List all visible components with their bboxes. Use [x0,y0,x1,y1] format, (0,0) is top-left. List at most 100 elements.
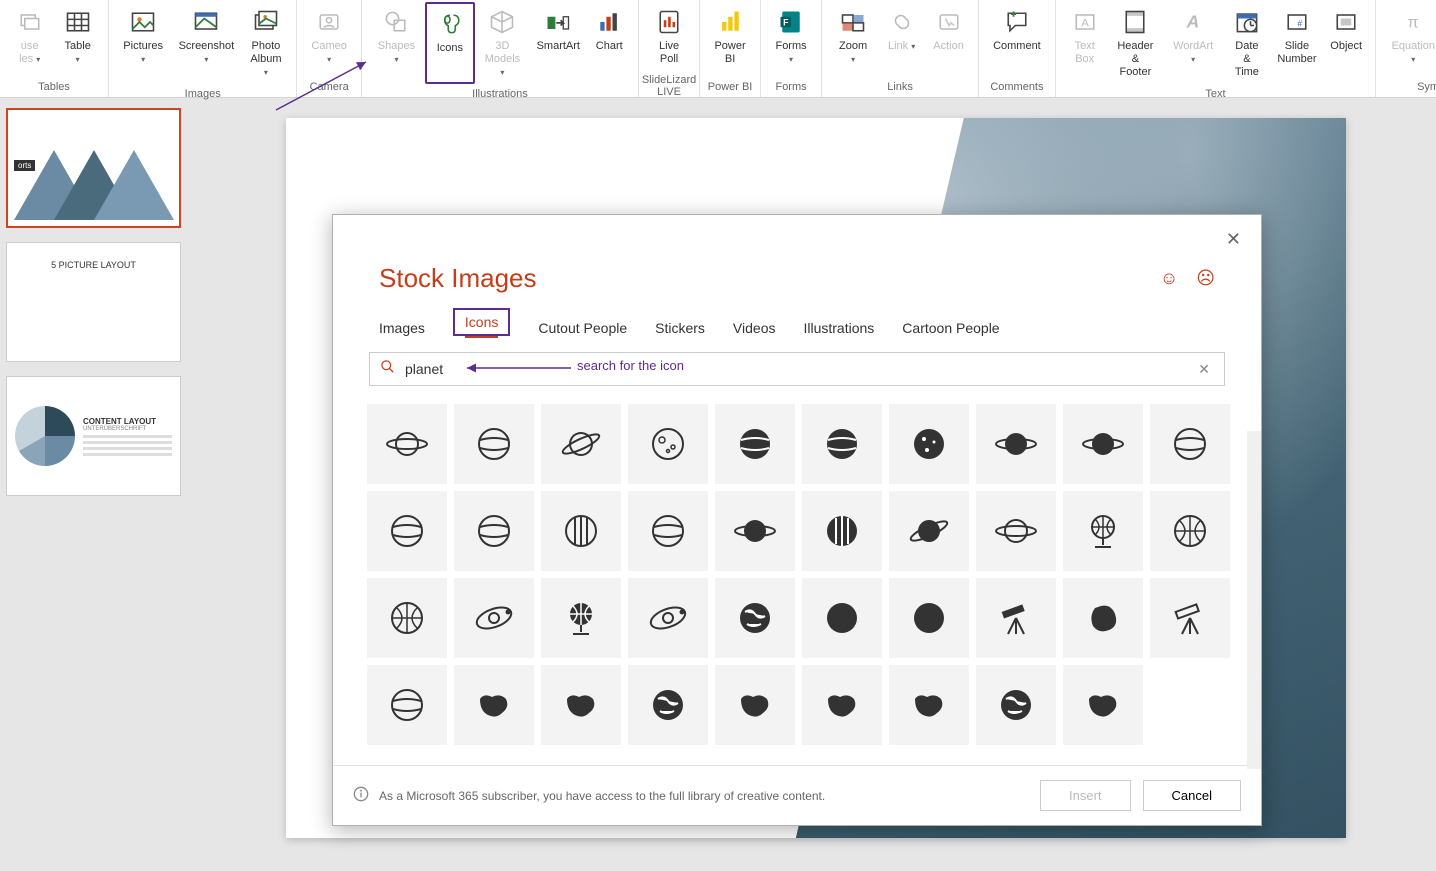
icon-result-globe-stand-solid[interactable] [541,578,621,658]
search-input[interactable] [405,361,1194,377]
photo-album-button[interactable]: Photo Album ▾ [241,2,290,84]
icon-result-planet-hstripes-outline[interactable] [628,491,708,571]
icon-result-globe-stand-outline[interactable] [1063,491,1143,571]
icon-result-asia-solid[interactable] [802,665,882,745]
icon-result-antarctica-solid[interactable] [1063,578,1143,658]
table-button[interactable]: Table ▾ [53,2,102,77]
header-footer-button[interactable]: Header & Footer [1108,2,1163,84]
icon-result-planet-dots-solid[interactable] [889,404,969,484]
dropdown-arrow-icon: ▾ [76,55,80,64]
icon-result-eurasia-solid[interactable] [1063,665,1143,745]
screenshot-label: Screenshot ▾ [179,40,235,66]
feedback-smile-icon[interactable]: ☺ [1160,268,1178,289]
object-button[interactable]: Object [1323,2,1369,84]
icon-result-planet-wavy-outline[interactable] [454,491,534,571]
power-bi-button[interactable]: Power BI [706,2,754,77]
forms-button[interactable]: FForms ▾ [767,2,815,77]
icons-button[interactable]: Icons [425,2,475,84]
cancel-button[interactable]: Cancel [1143,780,1241,811]
icon-result-planet-bands-outline[interactable] [1150,404,1230,484]
live-poll-button[interactable]: Live Poll [645,2,693,70]
icon-result-earth-outline[interactable] [367,665,447,745]
icon-result-saturn-outline[interactable] [367,404,447,484]
cameo-button: Cameo ▾ [303,2,354,77]
annotation-search-text: search for the icon [577,358,684,373]
zoom-button[interactable]: Zoom ▾ [828,2,878,77]
icon-result-saturn-filled[interactable] [715,491,795,571]
icon-result-planet-vstripes-outline[interactable] [541,491,621,571]
comment-button[interactable]: Comment [985,2,1049,77]
icon-result-australia-solid[interactable] [541,665,621,745]
icon-result-planet-striped-outline[interactable] [454,404,534,484]
slide-1-title: orts [14,160,35,171]
icon-result-saturn-line-outline[interactable] [976,491,1056,571]
svg-text:π: π [1408,14,1419,31]
info-icon [353,786,369,805]
icon-result-planet-band-solid[interactable] [715,404,795,484]
date-time-button[interactable]: Date & Time [1223,2,1270,84]
live-poll-label: Live Poll [659,40,679,66]
date-time-icon [1231,6,1263,38]
reuse-slides-label: use les ▾ [19,40,40,66]
icon-result-saturn-tilt-solid[interactable] [889,491,969,571]
ribbon-group-label: Links [822,79,978,97]
pictures-button[interactable]: Pictures ▾ [115,2,171,84]
tab-icons[interactable]: Icons [453,314,510,342]
slide-thumbnail-2[interactable]: 5 PICTURE LAYOUT [6,242,181,362]
icon-result-world-map-solid[interactable] [454,665,534,745]
icon-result-moonrise-solid[interactable] [889,578,969,658]
icon-result-orbit-outline[interactable] [454,578,534,658]
tab-cutout-people[interactable]: Cutout People [538,314,627,342]
chart-label: Chart [596,40,623,53]
power-bi-icon [714,6,746,38]
icon-result-saturn-tilt-outline[interactable] [541,404,621,484]
search-box[interactable]: ✕ [369,352,1225,386]
svg-text:#: # [1297,18,1302,28]
icon-result-moon-craters-outline[interactable] [628,404,708,484]
tab-stickers[interactable]: Stickers [655,314,705,342]
icon-result-earth-solid[interactable] [715,578,795,658]
chart-button[interactable]: Chart [586,2,632,84]
ribbon: use les ▾Table ▾TablesPictures ▾Screensh… [0,0,1436,98]
photo-album-label: Photo Album ▾ [249,40,282,80]
search-clear-button[interactable]: ✕ [1194,361,1214,378]
table-icon [62,6,94,38]
reuse-slides-button: use les ▾ [6,2,53,77]
icon-results[interactable] [333,386,1261,765]
dropdown-arrow-icon: ▾ [264,68,268,77]
icon-result-earth-asia-solid[interactable] [976,665,1056,745]
tab-illustrations[interactable]: Illustrations [803,314,874,342]
slide-number-icon: # [1281,6,1313,38]
chart-icon [593,6,625,38]
slide-thumbnails-panel[interactable]: orts 5 PICTURE LAYOUT CONTENT LAYOUT UNT… [0,98,195,871]
action-label: Action [933,40,964,53]
tab-images[interactable]: Images [379,314,425,342]
screenshot-button[interactable]: Screenshot ▾ [171,2,241,84]
icon-result-planet-vstripes-solid[interactable] [802,491,882,571]
icon-result-telescope-solid[interactable] [976,578,1056,658]
dialog-close-button[interactable]: ✕ [1218,225,1249,254]
icon-result-globe-simple-outline[interactable] [367,578,447,658]
results-scrollbar[interactable] [1247,431,1261,769]
icon-result-saturn-solid[interactable] [976,404,1056,484]
slide-3-title: CONTENT LAYOUT [83,417,172,426]
slide-number-button[interactable]: #Slide Number [1271,2,1324,84]
icon-result-planet-lines-solid[interactable] [802,404,882,484]
slide-thumbnail-1[interactable]: orts [6,108,181,228]
slide-thumbnail-3[interactable]: CONTENT LAYOUT UNTERÜBERSCHRIFT [6,376,181,496]
svg-text:A: A [1081,17,1089,29]
tab-cartoon-people[interactable]: Cartoon People [902,314,999,342]
action-button: Action [925,2,972,77]
tab-videos[interactable]: Videos [733,314,776,342]
icon-result-globe-grid-outline[interactable] [1150,491,1230,571]
icon-result-south-america-solid[interactable] [715,665,795,745]
icon-result-telescope-outline[interactable] [1150,578,1230,658]
icon-result-orbit-ellipse-outline[interactable] [628,578,708,658]
icon-result-earth-americas-solid[interactable] [628,665,708,745]
icon-result-africa-solid[interactable] [889,665,969,745]
feedback-frown-icon[interactable]: ☹ [1196,268,1215,289]
smartart-button[interactable]: SmartArt [530,2,586,84]
icon-result-planets-scene-solid[interactable] [802,578,882,658]
icon-result-saturn-ring-solid[interactable] [1063,404,1143,484]
icon-result-planet-swirl-outline[interactable] [367,491,447,571]
